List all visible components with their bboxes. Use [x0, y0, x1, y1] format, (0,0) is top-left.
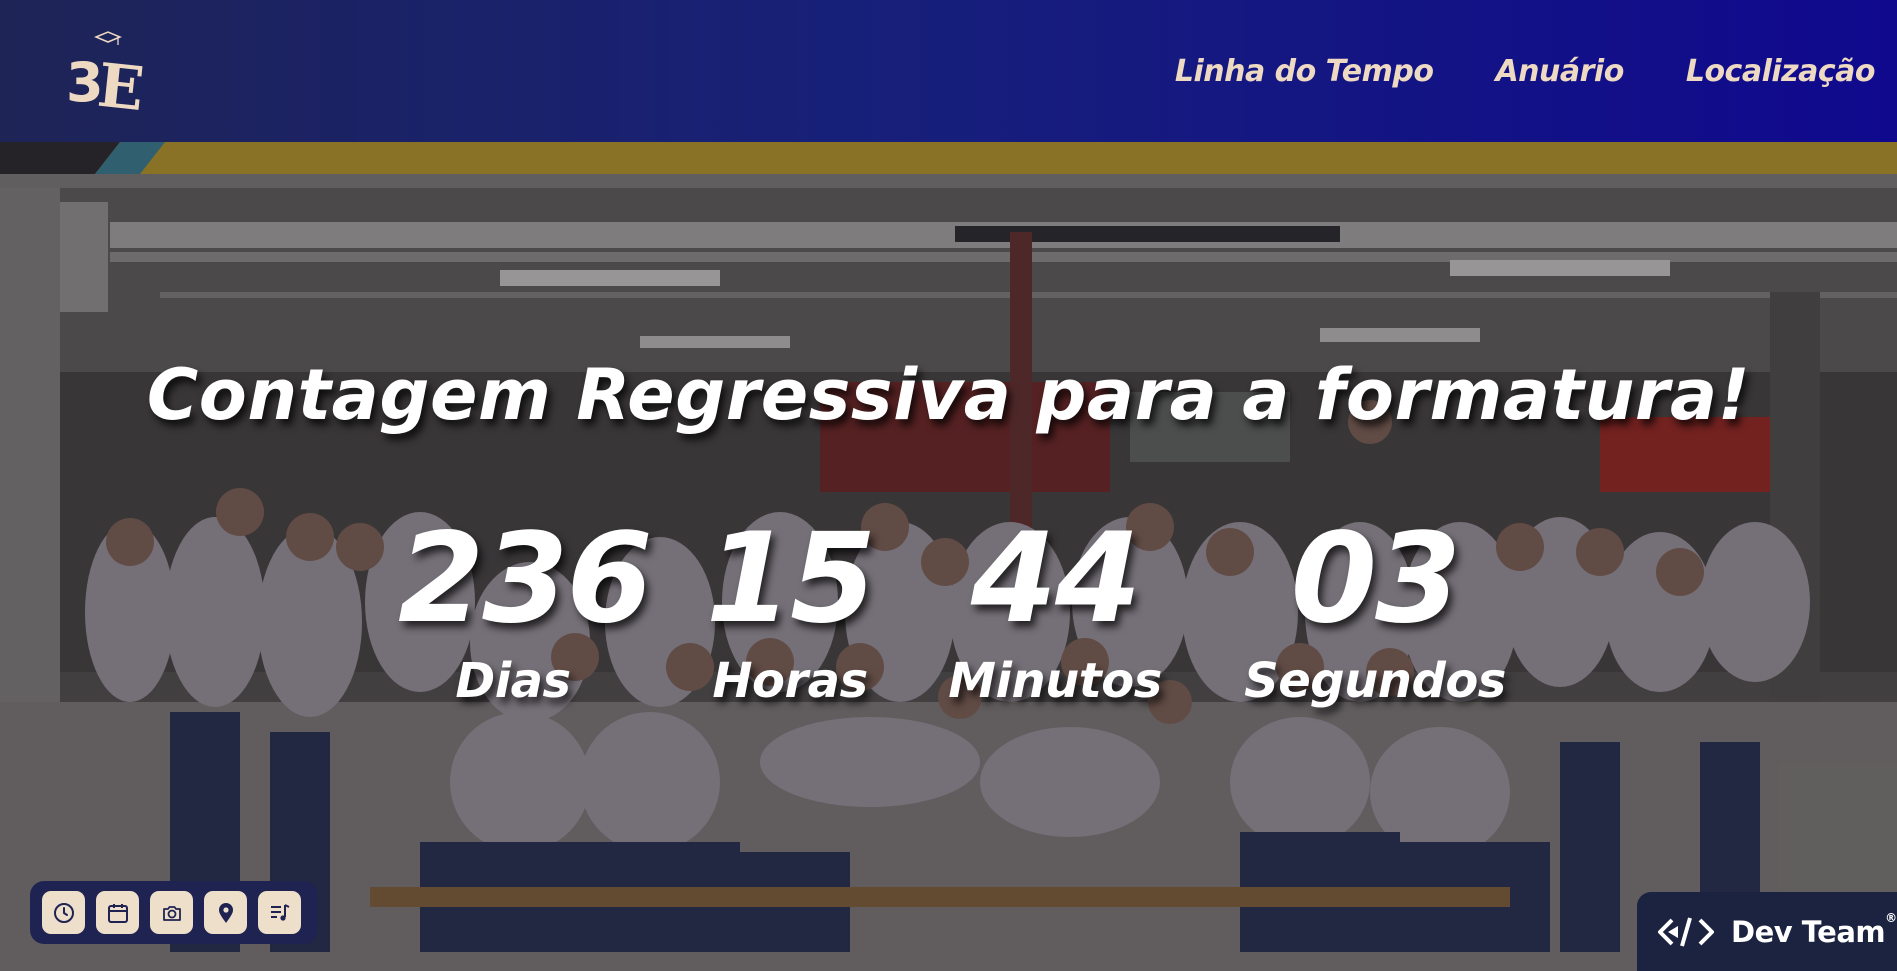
seconds-value: 03	[1290, 507, 1462, 651]
days-value: 236	[398, 507, 653, 651]
clock-icon	[53, 902, 74, 923]
countdown-seconds: 03 Segundos	[1230, 514, 1520, 708]
camera-button[interactable]	[150, 891, 193, 934]
dev-team-badge[interactable]: Dev Team®	[1637, 892, 1897, 971]
hero-section: Contagem Regressiva para a formatura! 23…	[0, 142, 1897, 971]
site-header: 3 E Linha do Tempo Anuário Localização	[0, 0, 1897, 142]
clock-button[interactable]	[42, 891, 85, 934]
nav-link-localizacao[interactable]: Localização	[1686, 54, 1876, 89]
logo-3e-graduation-icon: 3 E	[66, 31, 147, 115]
calendar-button[interactable]	[96, 891, 139, 934]
main-nav: Linha do Tempo Anuário Localização	[1113, 54, 1876, 89]
logo[interactable]: 3 E	[62, 27, 150, 115]
svg-text:E: E	[94, 51, 147, 115]
countdown-days: 236 Dias	[398, 507, 653, 709]
countdown-minutes: 44 Minutos	[935, 514, 1175, 708]
minutes-label: Minutos	[948, 653, 1162, 709]
registered-mark: ®	[1885, 910, 1897, 925]
playlist-button[interactable]	[258, 891, 301, 934]
seconds-label: Segundos	[1244, 653, 1506, 709]
countdown-title: Contagem Regressiva para a formatura!	[146, 354, 1751, 436]
location-button[interactable]	[204, 891, 247, 934]
code-brackets-icon	[1658, 916, 1714, 947]
hours-value: 15	[705, 507, 877, 651]
countdown-hours: 15 Horas	[700, 514, 880, 708]
minutes-value: 44	[970, 507, 1142, 651]
nav-link-linha-do-tempo[interactable]: Linha do Tempo	[1175, 54, 1434, 89]
hours-label: Horas	[712, 653, 868, 709]
days-label: Dias	[455, 653, 571, 709]
location-pin-icon	[218, 902, 233, 923]
nav-link-anuario[interactable]: Anuário	[1495, 54, 1624, 89]
camera-icon	[162, 905, 181, 921]
calendar-icon	[107, 903, 128, 923]
playlist-music-icon	[270, 903, 289, 921]
quick-toolbar	[30, 881, 318, 944]
dev-team-label: Dev Team®	[1731, 910, 1897, 949]
